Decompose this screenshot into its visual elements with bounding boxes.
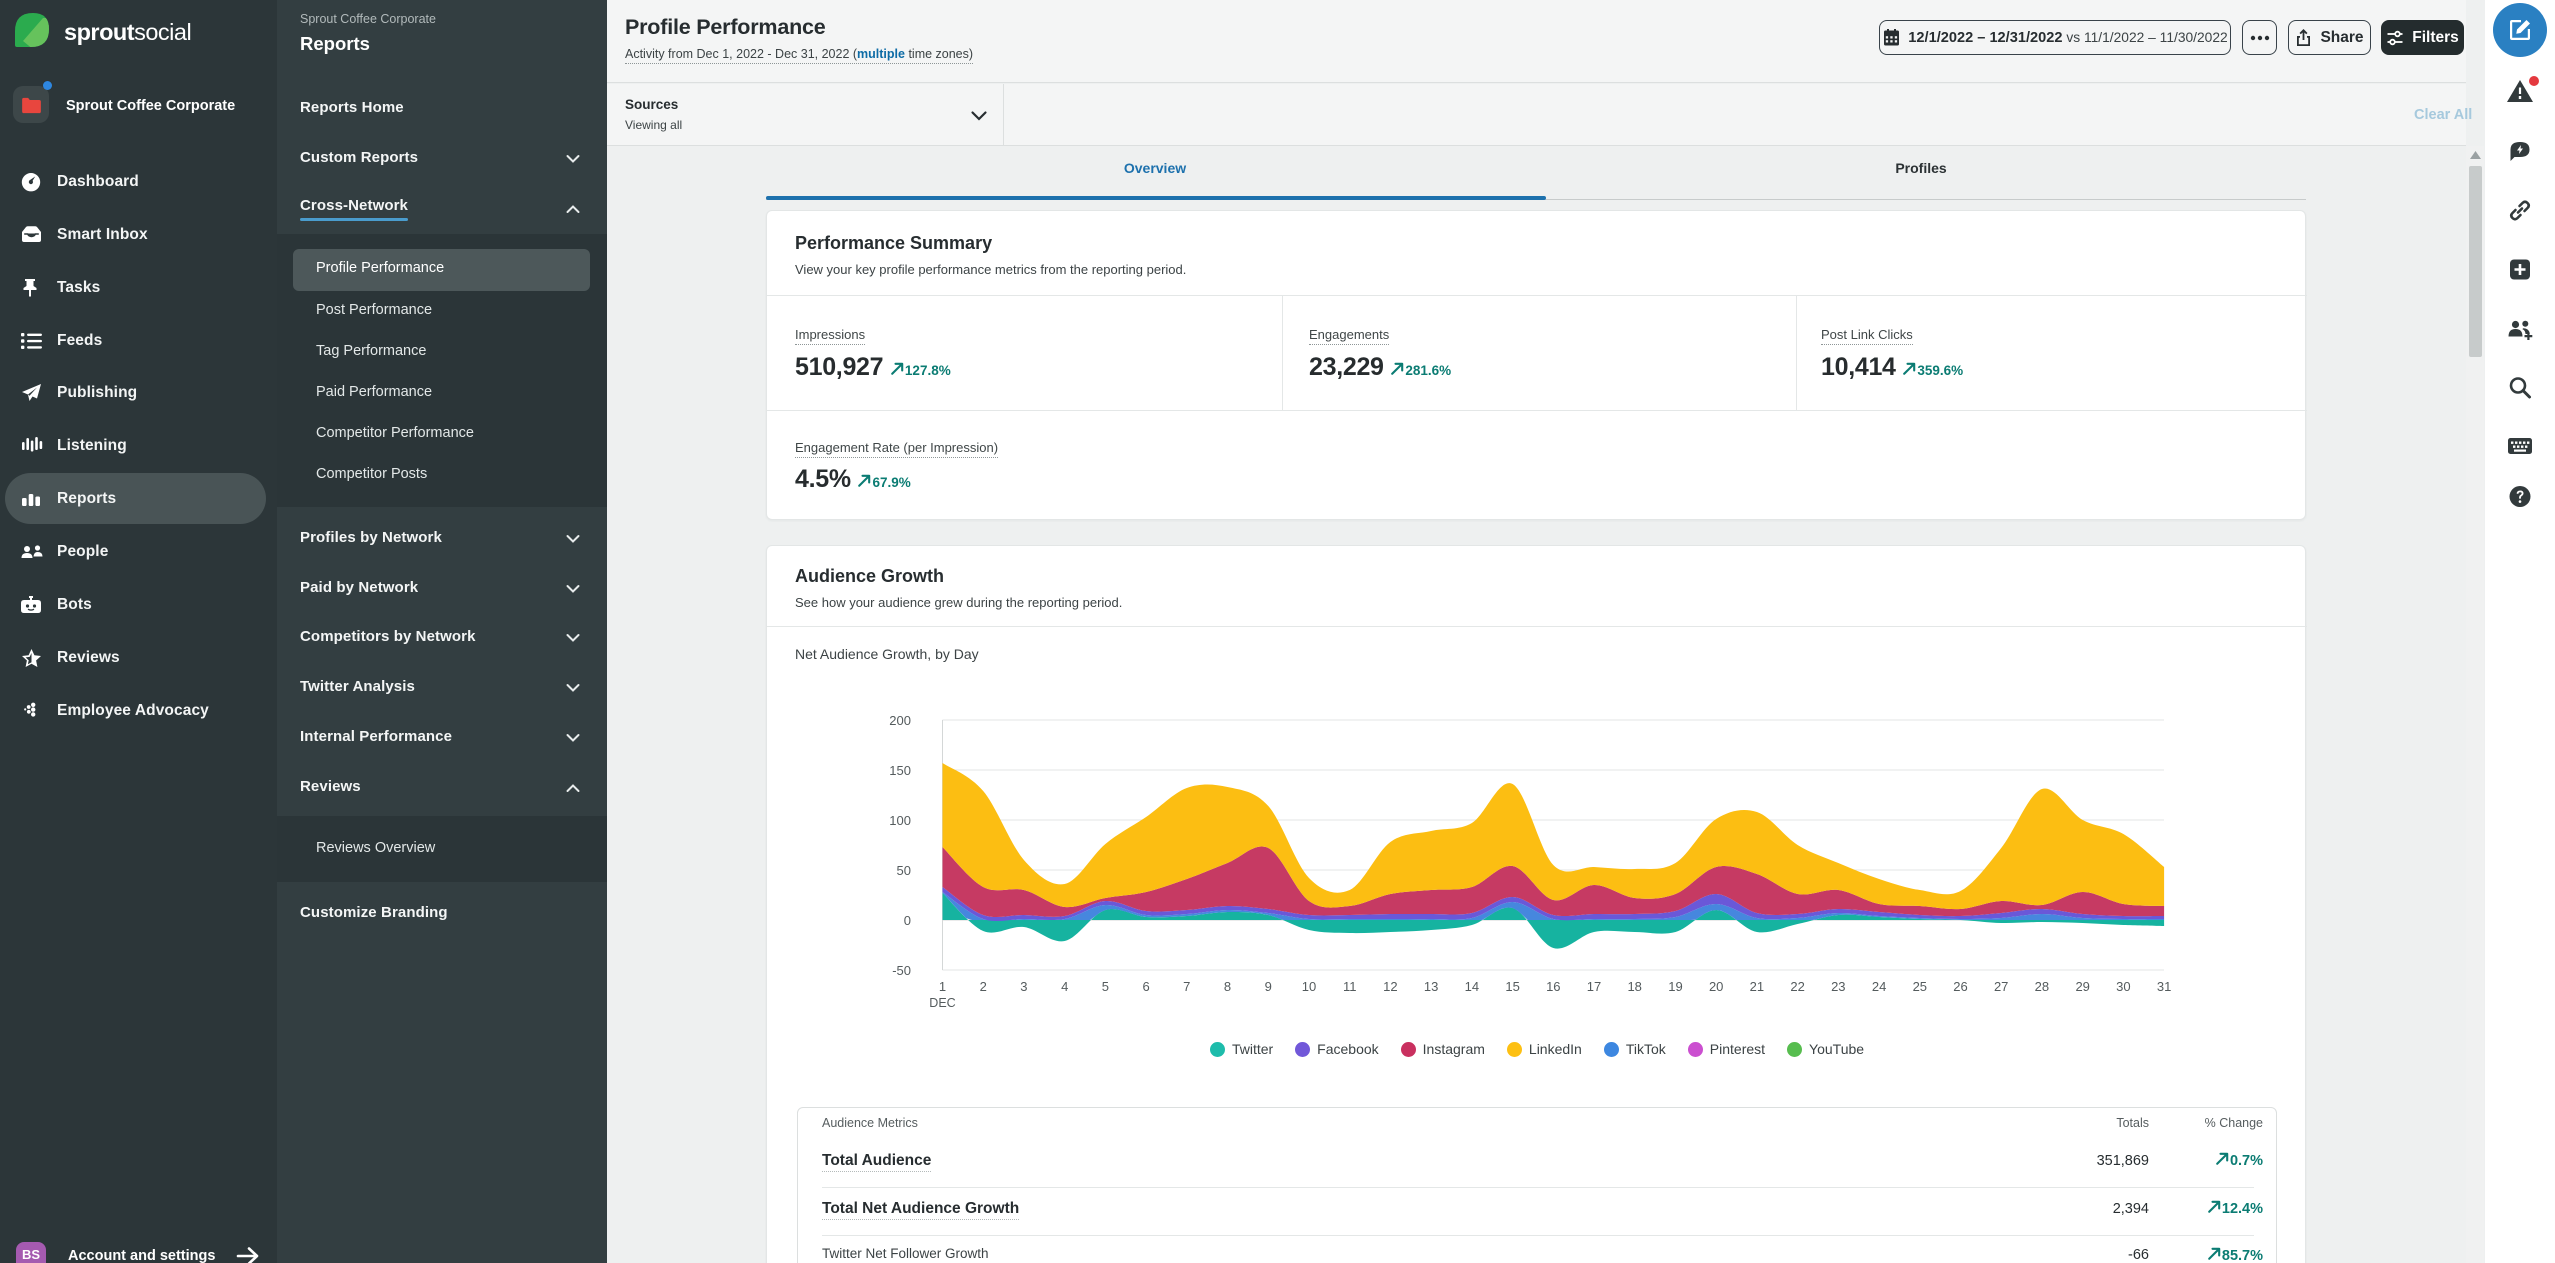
svg-text:30: 30 bbox=[2116, 979, 2130, 994]
svg-text:4: 4 bbox=[1061, 979, 1068, 994]
svg-text:17: 17 bbox=[1587, 979, 1601, 994]
svg-text:19: 19 bbox=[1668, 979, 1682, 994]
svg-text:5: 5 bbox=[1102, 979, 1109, 994]
svg-text:22: 22 bbox=[1790, 979, 1804, 994]
svg-text:18: 18 bbox=[1627, 979, 1641, 994]
svg-text:150: 150 bbox=[889, 763, 911, 778]
svg-text:10: 10 bbox=[1302, 979, 1316, 994]
svg-text:8: 8 bbox=[1224, 979, 1231, 994]
svg-text:26: 26 bbox=[1953, 979, 1967, 994]
svg-text:6: 6 bbox=[1142, 979, 1149, 994]
svg-text:7: 7 bbox=[1183, 979, 1190, 994]
svg-text:29: 29 bbox=[2075, 979, 2089, 994]
svg-text:50: 50 bbox=[897, 863, 911, 878]
svg-text:27: 27 bbox=[1994, 979, 2008, 994]
svg-text:9: 9 bbox=[1265, 979, 1272, 994]
svg-text:-50: -50 bbox=[892, 963, 911, 978]
svg-text:0: 0 bbox=[904, 913, 911, 928]
svg-text:31: 31 bbox=[2157, 979, 2171, 994]
svg-text:3: 3 bbox=[1020, 979, 1027, 994]
svg-text:100: 100 bbox=[889, 813, 911, 828]
svg-text:11: 11 bbox=[1343, 979, 1357, 994]
svg-text:12: 12 bbox=[1383, 979, 1397, 994]
svg-text:DEC: DEC bbox=[929, 996, 955, 1010]
svg-text:200: 200 bbox=[889, 713, 911, 728]
svg-text:14: 14 bbox=[1465, 979, 1479, 994]
svg-text:15: 15 bbox=[1505, 979, 1519, 994]
svg-text:16: 16 bbox=[1546, 979, 1560, 994]
svg-text:1: 1 bbox=[939, 979, 946, 994]
svg-text:2: 2 bbox=[980, 979, 987, 994]
svg-text:23: 23 bbox=[1831, 979, 1845, 994]
svg-text:24: 24 bbox=[1872, 979, 1886, 994]
svg-text:28: 28 bbox=[2035, 979, 2049, 994]
svg-text:25: 25 bbox=[1913, 979, 1927, 994]
svg-text:13: 13 bbox=[1424, 979, 1438, 994]
svg-text:20: 20 bbox=[1709, 979, 1723, 994]
svg-text:21: 21 bbox=[1750, 979, 1764, 994]
